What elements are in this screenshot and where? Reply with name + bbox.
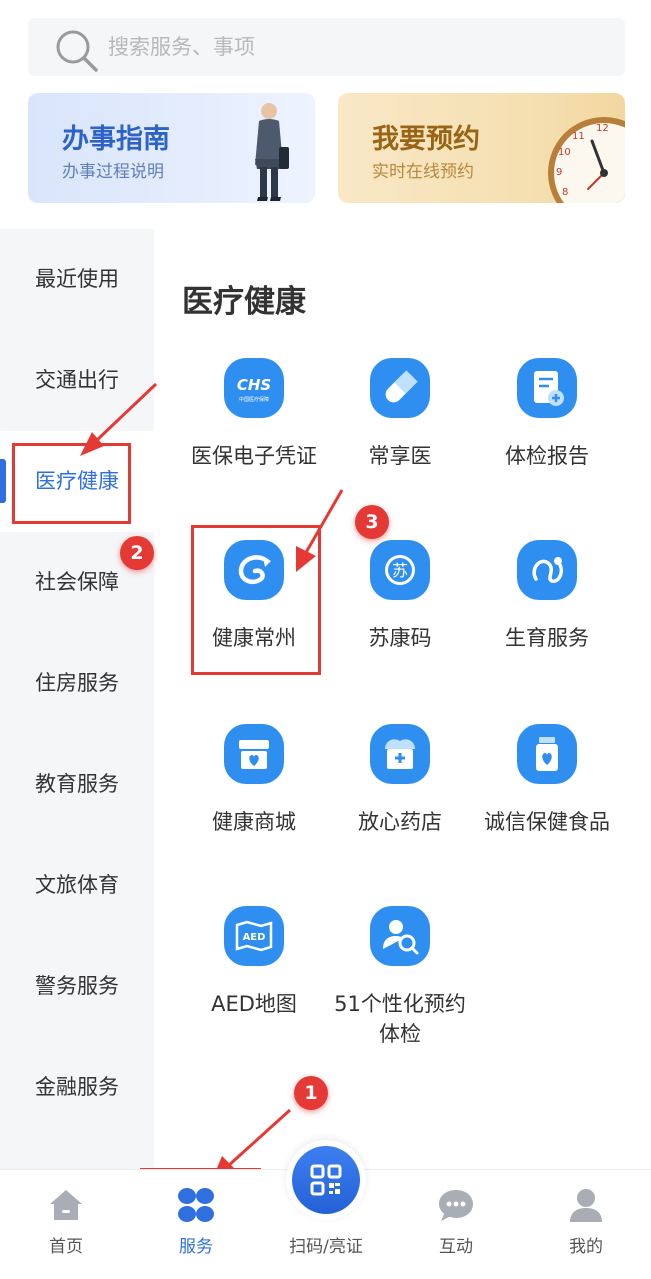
- chat-icon: [439, 1190, 473, 1221]
- service-personalized-checkup[interactable]: 51个性化预约体检: [325, 905, 475, 1049]
- guide-banner-subtitle: 办事过程说明: [62, 162, 164, 182]
- service-label: 生育服务: [505, 626, 589, 650]
- service-trusted-pharmacy[interactable]: 放心药店: [325, 723, 475, 837]
- sidebar-item-label: 最近使用: [35, 267, 119, 291]
- sidebar-item-education[interactable]: 教育服务: [0, 734, 154, 835]
- sidebar-item-finance[interactable]: 金融服务: [0, 1037, 154, 1138]
- service-health-mall[interactable]: 健康商城: [179, 723, 329, 837]
- service-label: 诚信保健食品: [484, 810, 610, 834]
- annotation-badge-2: 2: [120, 536, 154, 570]
- service-label: 健康商城: [212, 810, 296, 834]
- service-aed-map[interactable]: AED AED地图: [179, 905, 329, 1019]
- clock-number: 10: [558, 147, 571, 158]
- search-icon: [56, 30, 98, 72]
- guide-banner[interactable]: 办事指南 办事过程说明: [28, 93, 315, 203]
- fertility-icon: [517, 540, 577, 600]
- scan-button-inner: [292, 1146, 360, 1214]
- sidebar-item-label: 文旅体育: [35, 873, 119, 897]
- service-medical-insurance-voucher[interactable]: CHS 中国医疗保障 医保电子凭证: [179, 357, 329, 471]
- pharmacy-icon: [370, 724, 430, 784]
- service-label: AED地图: [211, 992, 297, 1016]
- service-fertility[interactable]: 生育服务: [472, 539, 622, 653]
- tab-label: 扫码/亮证: [289, 1237, 363, 1257]
- shop-icon: [224, 724, 284, 784]
- checkup-search-icon: [370, 906, 430, 966]
- service-sukang-code[interactable]: 苏 苏康码: [325, 539, 475, 653]
- sukang-icon-text: 苏: [392, 561, 408, 580]
- annotation-box-service: [191, 525, 321, 675]
- tab-mine[interactable]: 我的: [526, 1170, 646, 1279]
- tab-label: 互动: [439, 1237, 473, 1257]
- service-checkup-report[interactable]: 体检报告: [472, 357, 622, 471]
- sidebar-item-transport[interactable]: 交通出行: [0, 330, 154, 431]
- clock-number: 11: [572, 131, 585, 142]
- annotation-box-sidebar: [12, 443, 131, 524]
- tab-label: 我的: [569, 1237, 603, 1257]
- search-input[interactable]: [108, 30, 588, 64]
- tab-service[interactable]: 服务: [136, 1170, 256, 1279]
- service-label: 放心药店: [358, 810, 442, 834]
- sidebar-item-label: 金融服务: [35, 1075, 119, 1099]
- aed-icon-text: AED: [243, 932, 266, 943]
- sidebar-item-label: 社会保障: [35, 570, 119, 594]
- service-label: 体检报告: [505, 444, 589, 468]
- service-label: 常享医: [368, 444, 432, 468]
- clock-number: 9: [556, 167, 562, 178]
- tab-home[interactable]: 首页: [6, 1170, 126, 1279]
- service-changxiangyi[interactable]: 常享医: [325, 357, 475, 471]
- booking-banner[interactable]: 我要预约 实时在线预约 11 12 10 9 8: [338, 93, 625, 203]
- sidebar-item-label: 交通出行: [35, 368, 119, 392]
- walking-person-illustration: [255, 103, 289, 201]
- chs-icon-subtext: 中国医疗保障: [239, 396, 269, 403]
- sidebar-item-label: 住房服务: [35, 671, 119, 695]
- scan-button[interactable]: [286, 1140, 366, 1220]
- clock-number: 8: [562, 187, 568, 198]
- home-icon: [50, 1190, 82, 1220]
- user-icon: [570, 1189, 602, 1222]
- annotation-badge-3: 3: [355, 505, 389, 539]
- sidebar-item-housing[interactable]: 住房服务: [0, 633, 154, 734]
- service-trusted-health-food[interactable]: 诚信保健食品: [472, 723, 622, 837]
- qr-code-icon: [310, 1164, 342, 1196]
- search-bar[interactable]: [28, 18, 625, 76]
- tab-label: 首页: [49, 1237, 83, 1257]
- tab-label: 服务: [179, 1237, 213, 1257]
- pill-icon: [370, 358, 430, 418]
- service-label: 51个性化预约体检: [334, 992, 466, 1046]
- sidebar-item-label: 教育服务: [35, 772, 119, 796]
- active-indicator: [0, 459, 6, 503]
- guide-banner-title: 办事指南: [62, 124, 170, 155]
- chs-icon-text: CHS: [237, 376, 271, 394]
- sidebar-item-police[interactable]: 警务服务: [0, 936, 154, 1037]
- sidebar-item-recent[interactable]: 最近使用: [0, 229, 154, 330]
- sukang-code-icon: 苏: [370, 540, 430, 600]
- annotation-badge-1: 1: [294, 1076, 328, 1110]
- service-label: 医保电子凭证: [191, 444, 317, 468]
- service-grid-icon: [178, 1188, 214, 1222]
- sidebar-item-label: 警务服务: [35, 974, 119, 998]
- health-food-icon: [517, 724, 577, 784]
- tab-interact[interactable]: 互动: [396, 1170, 516, 1279]
- booking-banner-title: 我要预约: [372, 124, 480, 155]
- clock-number: 12: [596, 123, 609, 134]
- sidebar-item-culture-sports[interactable]: 文旅体育: [0, 835, 154, 936]
- booking-banner-subtitle: 实时在线预约: [372, 162, 474, 182]
- clock-illustration: 11 12 10 9 8: [548, 117, 625, 203]
- service-label: 苏康码: [368, 626, 432, 650]
- category-sidebar: 最近使用 交通出行 医疗健康 社会保障 住房服务 教育服务 文旅体育 警务服务 …: [0, 229, 154, 1169]
- aed-map-icon: AED: [224, 906, 284, 966]
- report-icon: [517, 358, 577, 418]
- category-title: 医疗健康: [182, 284, 306, 320]
- chs-icon: CHS 中国医疗保障: [224, 358, 284, 418]
